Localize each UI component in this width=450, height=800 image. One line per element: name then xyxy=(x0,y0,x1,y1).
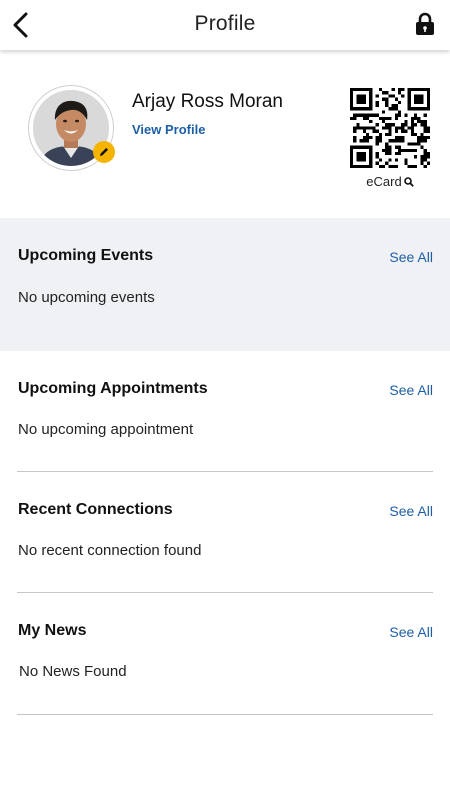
upcoming-events-section: Upcoming Events See All No upcoming even… xyxy=(0,218,450,351)
section-title: Upcoming Appointments xyxy=(18,380,208,397)
divider xyxy=(17,714,433,715)
see-all-connections-link[interactable]: See All xyxy=(389,503,433,519)
lock-icon xyxy=(416,12,434,35)
upcoming-appointments-section: Upcoming Appointments See All No upcomin… xyxy=(0,351,450,472)
section-title: Upcoming Events xyxy=(18,247,154,264)
lock-button[interactable] xyxy=(414,12,436,36)
empty-state-text: No upcoming events xyxy=(18,289,155,306)
empty-state-text: No upcoming appointment xyxy=(18,421,194,438)
see-all-events-link[interactable]: See All xyxy=(389,249,433,265)
profile-header: Arjay Ross Moran View Profile eCard xyxy=(0,50,450,218)
top-app-bar: Profile xyxy=(0,0,450,50)
see-all-news-link[interactable]: See All xyxy=(389,624,433,640)
section-title: My News xyxy=(18,622,87,639)
pencil-icon xyxy=(100,148,108,156)
ecard-link[interactable]: eCard xyxy=(351,174,429,189)
recent-connections-section: Recent Connections See All No recent con… xyxy=(0,472,450,593)
qr-code-image xyxy=(350,88,430,168)
empty-state-text: No News Found xyxy=(19,663,127,680)
section-title: Recent Connections xyxy=(18,501,173,518)
qr-code[interactable] xyxy=(350,88,430,168)
view-profile-link[interactable]: View Profile xyxy=(132,122,205,137)
ecard-label: eCard xyxy=(366,174,402,189)
page-title: Profile xyxy=(194,12,256,35)
profile-name: Arjay Ross Moran xyxy=(132,91,283,112)
empty-state-text: No recent connection found xyxy=(18,542,202,559)
see-all-appointments-link[interactable]: See All xyxy=(389,382,433,398)
search-icon xyxy=(403,177,414,187)
my-news-section: My News See All No News Found xyxy=(0,593,450,716)
edit-avatar-button[interactable] xyxy=(93,141,115,163)
